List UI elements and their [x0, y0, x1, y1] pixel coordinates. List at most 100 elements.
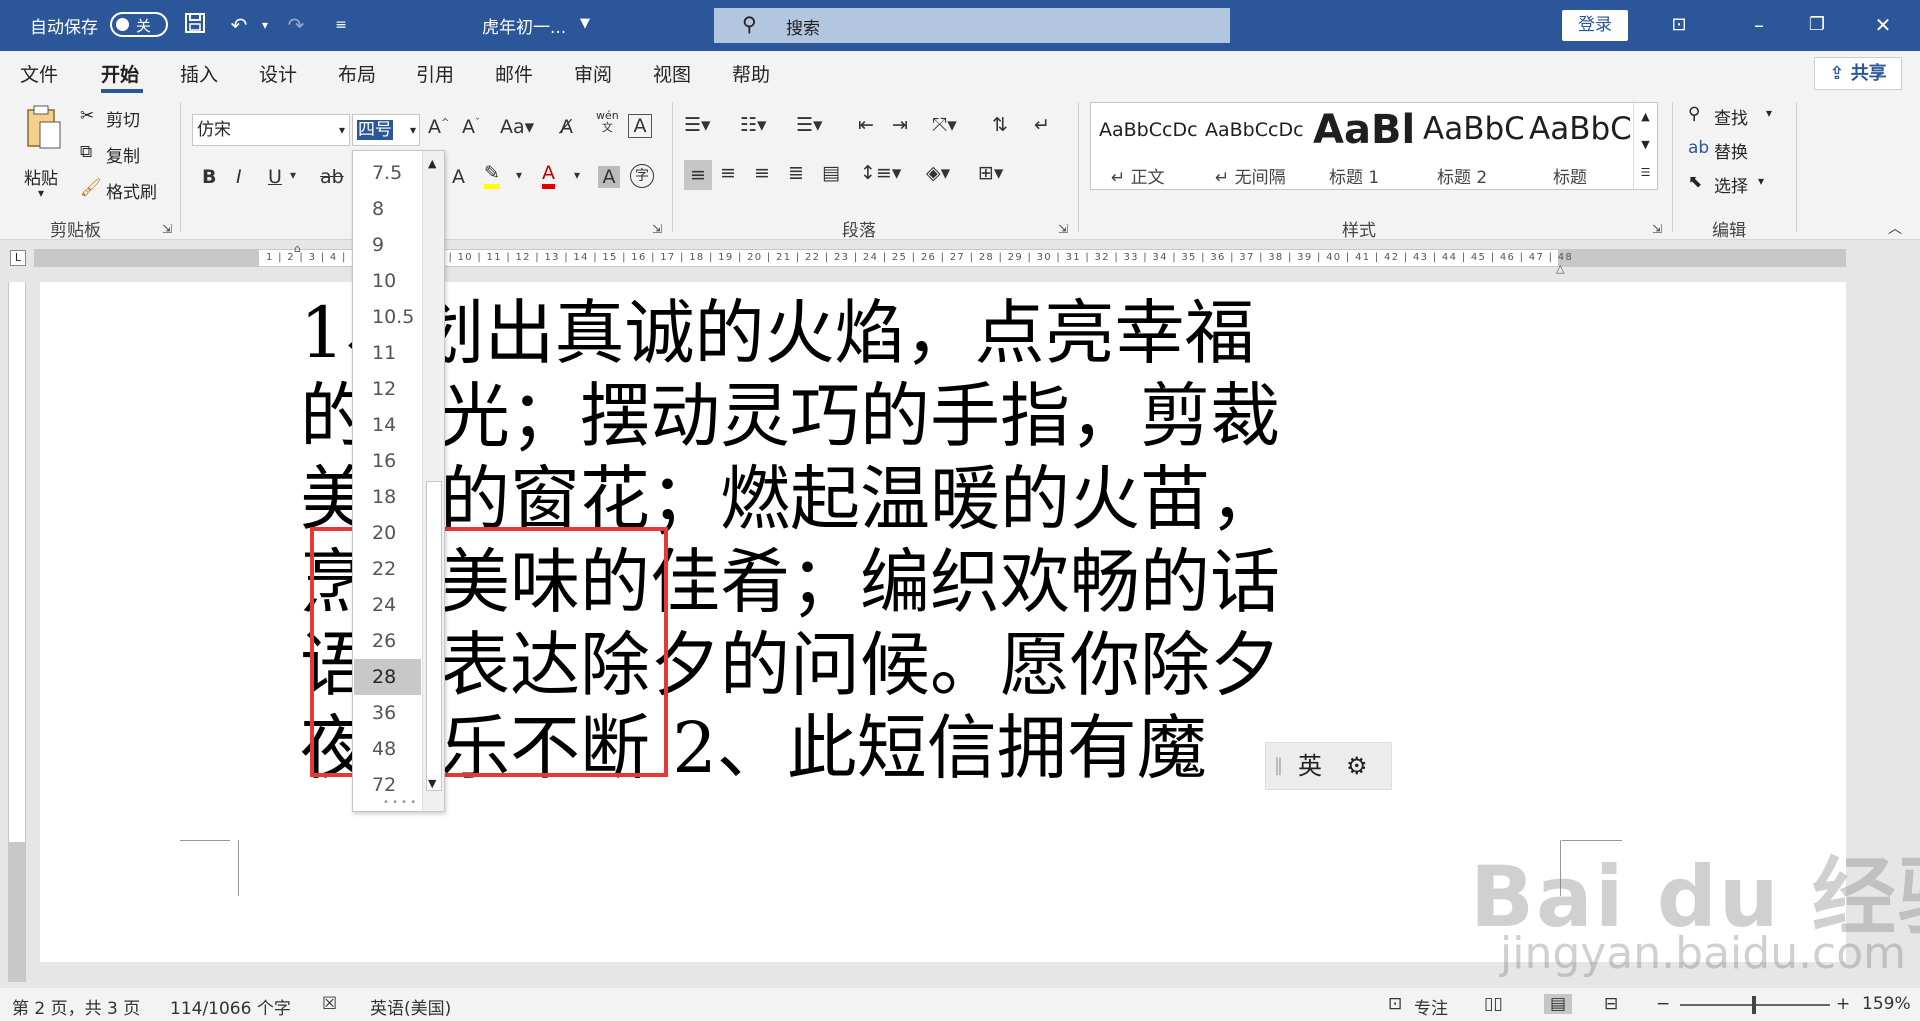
distributed-icon[interactable]: ▤	[822, 162, 840, 184]
numbering-icon[interactable]: ☷▾	[740, 114, 767, 136]
word-count[interactable]: 114/1066 个字	[170, 994, 291, 1019]
focus-label[interactable]: 专注	[1414, 994, 1448, 1019]
highlight-color-icon[interactable]: ✎	[484, 162, 500, 189]
save-icon[interactable]	[182, 12, 208, 38]
ime-toolbar[interactable]: ‖ 英 ⚙	[1265, 742, 1392, 790]
font-size-option[interactable]: 22	[354, 551, 421, 587]
login-button[interactable]: 登录	[1562, 10, 1628, 41]
font-size-option[interactable]: 12	[354, 371, 421, 407]
tab-file[interactable]: 文件	[20, 60, 58, 87]
collapse-ribbon-icon[interactable]: ︿	[1888, 218, 1902, 238]
align-center-icon[interactable]: ≡	[720, 162, 736, 184]
tab-view[interactable]: 视图	[653, 60, 691, 87]
print-layout-icon[interactable]: ▤	[1544, 994, 1573, 1014]
font-size-option[interactable]: 7.5	[354, 155, 421, 191]
close-icon[interactable]: ✕	[1870, 12, 1896, 38]
read-mode-icon[interactable]: ▯▯	[1484, 994, 1503, 1014]
language[interactable]: 英语(美国)	[370, 994, 451, 1019]
tab-home[interactable]: 开始	[101, 60, 139, 87]
tab-selector-icon[interactable]: L	[10, 250, 26, 266]
font-size-option[interactable]: 16	[354, 443, 421, 479]
zoom-level[interactable]: 159%	[1862, 994, 1911, 1014]
underline-dropdown-icon[interactable]: ▾	[290, 168, 296, 182]
font-size-option[interactable]: 8	[354, 191, 421, 227]
styles-launcher-icon[interactable]: ⇲	[1652, 222, 1662, 236]
font-size-option[interactable]: 14	[354, 407, 421, 443]
zoom-out-icon[interactable]: −	[1656, 994, 1670, 1014]
minimize-icon[interactable]: –	[1746, 12, 1772, 38]
decrease-indent-icon[interactable]: ⇤	[858, 114, 874, 136]
font-size-option[interactable]: 36	[354, 695, 421, 731]
font-size-option[interactable]: 18	[354, 479, 421, 515]
asian-layout-icon[interactable]: ⤧▾	[932, 114, 957, 136]
font-color-icon[interactable]: A	[542, 162, 555, 189]
change-case-icon[interactable]: Aa▾	[500, 116, 534, 138]
strikethrough-icon[interactable]: ab	[320, 166, 344, 188]
share-button[interactable]: ⇪ 共享	[1814, 57, 1902, 90]
show-marks-icon[interactable]: ↵	[1034, 114, 1050, 136]
styles-scroll[interactable]: ▲ ▼ ☰	[1633, 103, 1657, 189]
scroll-up-icon[interactable]: ▲	[428, 157, 436, 170]
ruler-bar[interactable]: 1 | 2 | 3 | 4 | 5 | 6 | 7 | 8 | 9 | 10 |…	[34, 249, 1846, 267]
increase-indent-icon[interactable]: ⇥	[892, 114, 908, 136]
ime-settings-gear-icon[interactable]: ⚙	[1346, 743, 1368, 789]
font-size-option[interactable]: 26	[354, 623, 421, 659]
align-left-icon[interactable]: ≡	[684, 160, 712, 190]
resize-grip-icon[interactable]: • • • •	[383, 797, 416, 808]
right-indent-marker-icon[interactable]: △	[1556, 262, 1564, 275]
align-right-icon[interactable]: ≡	[754, 162, 770, 184]
undo-icon[interactable]: ↶	[226, 12, 252, 38]
focus-icon[interactable]: ⊡	[1388, 994, 1402, 1014]
styles-down-icon[interactable]: ▼	[1634, 131, 1657, 159]
paste-button[interactable]: 粘贴 ▾	[16, 104, 72, 204]
indent-marker-icon[interactable]: ⌂	[294, 242, 301, 255]
style-normal[interactable]: AaBbCcDc ↵ 正文	[1091, 103, 1199, 189]
font-color-dropdown-icon[interactable]: ▾	[574, 168, 580, 182]
paragraph-launcher-icon[interactable]: ⇲	[1058, 222, 1068, 236]
multilevel-list-icon[interactable]: ☰▾	[796, 114, 823, 136]
font-size-option[interactable]: 24	[354, 587, 421, 623]
underline-icon[interactable]: U	[268, 166, 282, 188]
ribbon-display-icon[interactable]: ⊡	[1666, 12, 1692, 38]
phonetic-guide-icon[interactable]: wén 文	[596, 110, 619, 134]
style-title[interactable]: AaBbC 标题	[1523, 103, 1631, 189]
bullets-icon[interactable]: ☰▾	[684, 114, 711, 136]
font-size-option[interactable]: 20	[354, 515, 421, 551]
proofing-icon[interactable]: ☒	[322, 994, 337, 1014]
font-size-option[interactable]: 48	[354, 731, 421, 767]
zoom-slider-thumb[interactable]	[1752, 996, 1756, 1014]
highlight-dropdown-icon[interactable]: ▾	[516, 168, 522, 182]
justify-icon[interactable]: ≣	[788, 162, 804, 184]
shrink-font-icon[interactable]: Aˇ	[462, 116, 480, 138]
redo-icon[interactable]: ↷	[283, 12, 309, 38]
dropdown-scrollbar[interactable]: ▲ ▼	[422, 151, 444, 811]
style-heading-1[interactable]: AaBl 标题 1	[1307, 103, 1415, 189]
style-no-spacing[interactable]: AaBbCcDc ↵ 无间隔	[1199, 103, 1307, 189]
style-heading-2[interactable]: AaBbC 标题 2	[1415, 103, 1523, 189]
undo-dropdown-icon[interactable]: ▾	[252, 12, 278, 38]
italic-icon[interactable]: I	[236, 166, 242, 188]
restore-icon[interactable]: ❐	[1804, 12, 1830, 38]
clipboard-launcher-icon[interactable]: ⇲	[162, 222, 172, 236]
tab-mailings[interactable]: 邮件	[495, 60, 533, 87]
sort-icon[interactable]: ⇅	[992, 114, 1008, 136]
tab-design[interactable]: 设计	[259, 60, 297, 87]
tab-review[interactable]: 审阅	[574, 60, 612, 87]
autosave-toggle[interactable]: 关	[110, 12, 168, 37]
search-box[interactable]: ⚲ 搜索	[714, 8, 1230, 43]
font-size-option[interactable]: 9	[354, 227, 421, 263]
font-size-combo[interactable]: 四号 ▾	[352, 114, 420, 146]
font-size-option[interactable]: 10	[354, 263, 421, 299]
character-border-icon[interactable]: A	[628, 114, 652, 138]
font-size-option[interactable]: 10.5	[354, 299, 421, 335]
font-name-combo[interactable]: 仿宋 ▾	[192, 114, 350, 146]
document-title[interactable]: 虎年初一...	[482, 13, 566, 38]
styles-more-icon[interactable]: ☰	[1634, 159, 1657, 187]
font-size-option[interactable]: 11	[354, 335, 421, 371]
font-launcher-icon[interactable]: ⇲	[652, 222, 662, 236]
character-shading-icon[interactable]: A	[598, 166, 620, 188]
shading-icon[interactable]: ◈▾	[926, 162, 950, 184]
line-spacing-icon[interactable]: ↕≡▾	[860, 162, 901, 184]
borders-icon[interactable]: ⊞▾	[978, 162, 1003, 184]
web-layout-icon[interactable]: ⊟	[1604, 994, 1618, 1014]
